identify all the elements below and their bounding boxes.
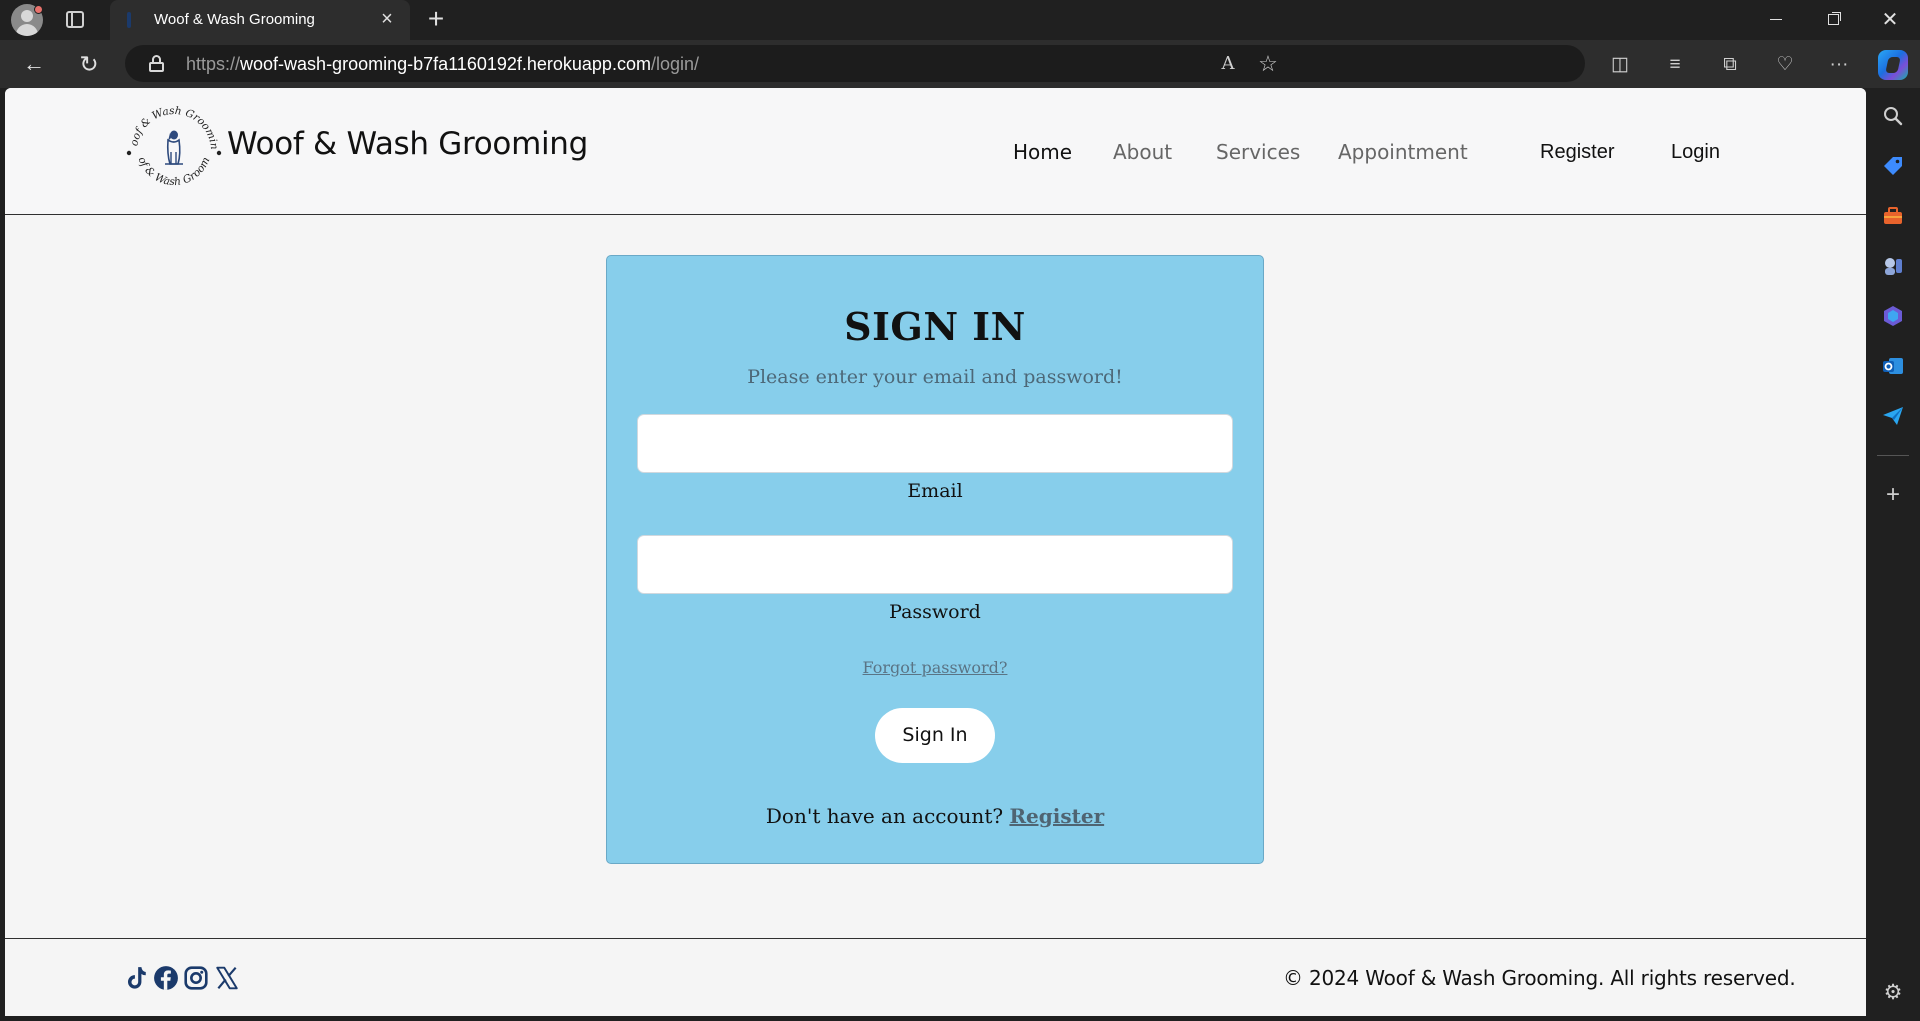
profile-head-shape [21, 10, 33, 22]
brand-name[interactable]: Woof & Wash Grooming [227, 126, 588, 162]
sidebar-games-icon[interactable] [1881, 254, 1905, 278]
facebook-icon[interactable] [153, 965, 179, 991]
signin-subtitle: Please enter your email and password! [747, 366, 1123, 388]
nav-register-link[interactable]: Register [1540, 141, 1614, 164]
sidebar-shopping-tag-icon[interactable] [1881, 154, 1905, 178]
sidebar-separator [1877, 455, 1909, 456]
url-text[interactable]: https://woof-wash-grooming-b7fa1160192f.… [186, 54, 699, 75]
forgot-password-link[interactable]: Forgot password? [607, 658, 1263, 677]
email-field[interactable] [637, 414, 1233, 473]
favorites-icon[interactable]: ≡ [1662, 52, 1688, 78]
page-viewport: Woof & Wash Grooming Woof & Wash Groomin… [5, 88, 1866, 1016]
reload-icon[interactable]: ↻ [73, 48, 105, 80]
url-host: woof-wash-grooming-b7fa1160192f.herokuap… [240, 54, 651, 74]
nav-appointment-link[interactable]: Appointment [1338, 140, 1468, 164]
split-screen-icon[interactable]: ◫ [1607, 52, 1633, 78]
edge-sidebar: + ⚙ [1866, 88, 1920, 1021]
sidebar-search-icon[interactable] [1881, 104, 1905, 128]
sidebar-send-icon[interactable] [1881, 404, 1905, 428]
back-arrow-icon[interactable]: ← [18, 48, 50, 80]
read-aloud-icon[interactable]: A [1216, 52, 1240, 76]
tiktok-icon[interactable] [123, 965, 149, 991]
lock-body-shape [149, 62, 164, 72]
password-label: Password [889, 601, 981, 623]
browser-toolbar: ← ↻ https://woof-wash-grooming-b7fa11601… [0, 40, 1920, 88]
nav-home-link[interactable]: Home [1013, 140, 1072, 164]
sidebar-outlook-icon[interactable] [1881, 354, 1905, 378]
password-field[interactable] [637, 535, 1233, 594]
browser-titlebar: Woof & Wash Grooming × + ✕ [0, 0, 1920, 40]
dog-illustration-icon [165, 130, 183, 165]
instagram-icon[interactable] [183, 965, 209, 991]
copyright-text: © 2024 Woof & Wash Grooming. All rights … [1283, 966, 1796, 990]
signin-card: SIGN IN Please enter your email and pass… [606, 255, 1264, 864]
lock-icon[interactable] [149, 55, 164, 72]
tab-title: Woof & Wash Grooming [154, 11, 315, 28]
new-tab-icon[interactable]: + [422, 5, 450, 33]
url-path: /login/ [650, 54, 699, 74]
profile-notification-dot [34, 5, 43, 14]
browser-essentials-icon[interactable]: ♡ [1772, 52, 1798, 78]
minimize-icon [1770, 19, 1782, 21]
register-link[interactable]: Register [1009, 804, 1104, 828]
logo-text-top: Woof & Wash Grooming [123, 100, 220, 150]
nav-login-link[interactable]: Login [1671, 141, 1720, 164]
copilot-icon[interactable] [1878, 50, 1908, 80]
sidebar-copilot-app-icon[interactable] [1881, 304, 1905, 328]
svg-text:Woof & Wash Grooming: Woof & Wash Grooming [123, 100, 220, 150]
close-window-button[interactable]: ✕ [1862, 0, 1918, 40]
nav-services-link[interactable]: Services [1216, 140, 1300, 164]
sidebar-add-icon[interactable]: + [1881, 483, 1905, 507]
register-prompt: Don't have an account? Register [607, 804, 1263, 828]
address-bar[interactable]: https://woof-wash-grooming-b7fa1160192f.… [125, 45, 1585, 82]
favorite-star-icon[interactable]: ☆ [1256, 52, 1280, 76]
minimize-window-button[interactable] [1748, 0, 1804, 40]
restore-icon [1827, 14, 1839, 26]
site-footer: © 2024 Woof & Wash Grooming. All rights … [5, 938, 1866, 1016]
profile-body-shape [16, 24, 38, 36]
sidebar-settings-icon[interactable]: ⚙ [1881, 981, 1905, 1005]
tab-favicon-icon [127, 12, 131, 28]
url-scheme: https:// [186, 54, 241, 74]
more-options-icon[interactable]: ··· [1826, 52, 1852, 78]
brand-logo[interactable]: Woof & Wash Grooming Woof & Wash Groomin… [123, 100, 225, 202]
nav-about-link[interactable]: About [1113, 140, 1172, 164]
sidebar-tools-icon[interactable] [1881, 204, 1905, 228]
email-label: Email [907, 480, 963, 502]
site-header: Woof & Wash Grooming Woof & Wash Groomin… [5, 88, 1866, 215]
close-tab-icon[interactable]: × [376, 8, 398, 30]
tab-actions-icon[interactable] [66, 11, 84, 28]
no-account-text: Don't have an account? [765, 804, 1004, 828]
restore-window-button[interactable] [1805, 0, 1861, 40]
signin-button[interactable]: Sign In [875, 708, 995, 763]
collections-icon[interactable]: ⧉ [1717, 52, 1743, 78]
signin-title: SIGN IN [844, 304, 1026, 349]
browser-tab-active[interactable]: Woof & Wash Grooming × [110, 0, 410, 40]
x-icon[interactable] [214, 965, 240, 991]
